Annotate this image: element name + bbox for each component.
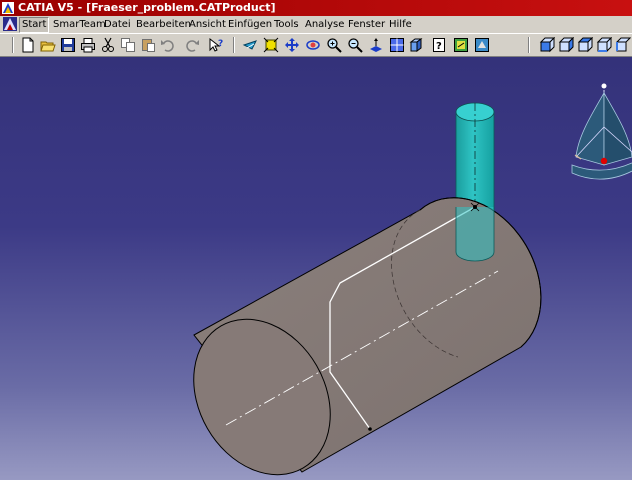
toolbar-separator <box>233 37 235 53</box>
menu-start[interactable]: Start <box>19 17 50 33</box>
normal-view-icon[interactable] <box>368 37 384 53</box>
view-top-icon[interactable] <box>615 37 631 53</box>
iso-view-icon[interactable] <box>408 37 424 53</box>
print-icon[interactable] <box>80 37 96 53</box>
render-style-icon[interactable] <box>474 37 490 53</box>
rotate-icon[interactable] <box>305 37 321 53</box>
catia-window: CATIA V5 - [Fraeser_problem.CATProduct] … <box>0 0 632 480</box>
zoom-in-icon[interactable] <box>326 37 342 53</box>
3d-viewport[interactable] <box>0 57 632 480</box>
view-front-icon[interactable] <box>539 37 555 53</box>
menu-einfuegen[interactable]: Einfügen <box>228 18 272 32</box>
open-icon[interactable] <box>40 37 56 53</box>
copy-icon[interactable] <box>120 37 136 53</box>
view-right-icon[interactable] <box>596 37 612 53</box>
compass-widget[interactable] <box>571 83 632 180</box>
document-menu-icon[interactable] <box>3 17 17 31</box>
toolbar-grip[interactable] <box>12 37 14 53</box>
multi-view-icon[interactable] <box>389 37 405 53</box>
svg-text:?: ? <box>436 41 442 52</box>
menu-bearbeiten[interactable]: Bearbeiten <box>136 18 191 32</box>
undo-icon[interactable] <box>160 37 176 53</box>
menu-ansicht[interactable]: Ansicht <box>189 18 226 32</box>
window-title: CATIA V5 - [Fraeser_problem.CATProduct] <box>18 1 276 14</box>
view-back-icon[interactable] <box>558 37 574 53</box>
fit-all-icon[interactable] <box>263 37 279 53</box>
svg-text:?: ? <box>218 39 223 49</box>
swap-visible-icon[interactable] <box>453 37 469 53</box>
menu-bar: Start SmarTeam Datei Bearbeiten Ansicht … <box>0 16 632 33</box>
title-bar[interactable]: CATIA V5 - [Fraeser_problem.CATProduct] <box>0 0 632 16</box>
cutter-tip[interactable] <box>455 202 495 262</box>
standard-toolbar: ? ? <box>0 33 632 57</box>
whats-this-icon[interactable]: ? <box>208 37 224 53</box>
menu-analyse[interactable]: Analyse <box>305 18 344 32</box>
zoom-out-icon[interactable] <box>347 37 363 53</box>
menu-datei[interactable]: Datei <box>104 18 131 32</box>
pan-icon[interactable] <box>284 37 300 53</box>
redo-icon[interactable] <box>184 37 200 53</box>
catia-app-icon[interactable] <box>2 2 14 14</box>
menu-tools[interactable]: Tools <box>274 18 299 32</box>
cut-icon[interactable] <box>100 37 116 53</box>
new-icon[interactable] <box>20 37 36 53</box>
menu-fenster[interactable]: Fenster <box>348 18 385 32</box>
menu-smarteam[interactable]: SmarTeam <box>53 18 106 32</box>
save-icon[interactable] <box>60 37 76 53</box>
hide-show-icon[interactable]: ? <box>431 37 447 53</box>
menu-hilfe[interactable]: Hilfe <box>389 18 412 32</box>
toolbar-separator <box>528 37 530 53</box>
fly-mode-icon[interactable] <box>242 37 258 53</box>
view-left-icon[interactable] <box>577 37 593 53</box>
paste-icon[interactable] <box>140 37 156 53</box>
